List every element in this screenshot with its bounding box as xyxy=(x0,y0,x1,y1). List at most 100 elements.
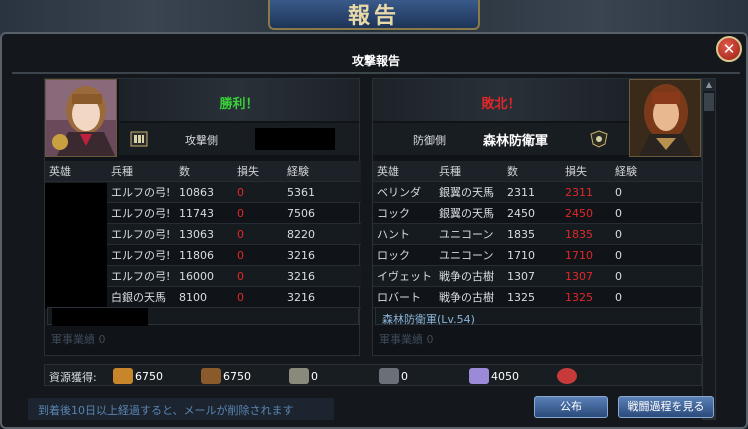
resource-label: 資源獲得: xyxy=(49,371,97,384)
row-loss: 1325 xyxy=(565,290,593,304)
row-loss: 0 xyxy=(237,206,244,220)
row-type: エルフの弓! xyxy=(111,270,171,283)
row-exp: 0 xyxy=(615,185,622,199)
resource-gem xyxy=(557,367,579,385)
attacker-result-band: 勝利！ xyxy=(119,79,359,121)
row-count: 2450 xyxy=(507,206,535,220)
resource-value: 6750 xyxy=(135,369,163,383)
close-button[interactable]: ✕ xyxy=(716,36,742,62)
header-hero: 英雄 xyxy=(49,165,71,178)
row-loss: 2450 xyxy=(565,206,593,220)
header-loss: 損失 xyxy=(237,165,259,178)
view-battle-process-button[interactable]: 戦闘過程を見る xyxy=(618,396,714,418)
row-exp: 8220 xyxy=(287,227,315,241)
resource-stone: 0 xyxy=(289,367,318,385)
title-divider xyxy=(12,72,740,74)
table-row: ハント ユニコーン 1835 1835 0 xyxy=(373,224,703,245)
report-scrollbar[interactable]: ▲ ▼ xyxy=(702,78,716,420)
attacker-heroes-redacted xyxy=(45,183,107,309)
row-count: 1325 xyxy=(507,290,535,304)
row-count: 11806 xyxy=(179,248,214,262)
banner-title: 報告 xyxy=(347,3,400,29)
defender-result-band: 敗北！ xyxy=(373,79,629,121)
row-loss: 0 xyxy=(237,269,244,283)
row-exp: 3216 xyxy=(287,290,315,304)
row-exp: 0 xyxy=(615,290,622,304)
defender-side-row: 防御側 森林防衛軍 xyxy=(373,123,629,155)
row-type: ユニコーン xyxy=(439,228,494,241)
defender-portrait xyxy=(629,79,701,157)
row-exp: 5361 xyxy=(287,185,315,199)
defender-result: 敗北！ xyxy=(481,97,521,112)
row-exp: 0 xyxy=(615,227,622,241)
header-hero: 英雄 xyxy=(377,165,399,178)
row-type: 銀翼の天馬 xyxy=(439,207,494,220)
defender-army-level: 森林防衛軍(Lv.54) xyxy=(382,313,475,326)
row-type: 戦争の古樹 xyxy=(439,270,494,283)
resource-gain-bar: 資源獲得: 6750 6750 0 0 4050 xyxy=(44,364,702,386)
attacker-panel: 勝利！ 攻撃側 英雄 兵種 数 損失 経験 エルフの弓! 10863 0 536… xyxy=(44,78,361,356)
row-loss: 0 xyxy=(237,290,244,304)
guild-flag-icon xyxy=(130,131,148,147)
iron-icon xyxy=(379,368,399,384)
defender-troop-table: 英雄 兵種 数 損失 経験 ベリンダ 銀翼の天馬 2311 2311 0 コック… xyxy=(373,161,703,308)
row-type: エルフの弓! xyxy=(111,186,171,199)
publish-button[interactable]: 公布 xyxy=(534,396,608,418)
row-hero: ロバート xyxy=(377,291,421,304)
defender-merit: 軍事業績 0 xyxy=(379,333,434,346)
row-type: エルフの弓! xyxy=(111,207,171,220)
attacker-portrait xyxy=(45,79,117,157)
row-exp: 0 xyxy=(615,269,622,283)
resource-crystal: 4050 xyxy=(469,367,519,385)
row-count: 1710 xyxy=(507,248,535,262)
defender-table-header: 英雄 兵種 数 損失 経験 xyxy=(373,161,703,182)
table-row: ベリンダ 銀翼の天馬 2311 2311 0 xyxy=(373,182,703,203)
attacker-side-row: 攻撃側 xyxy=(119,123,359,155)
army-info-box: 森林防衛軍(Lv.54) xyxy=(375,307,701,326)
defender-name: 森林防衛軍 xyxy=(483,134,549,149)
row-loss: 2311 xyxy=(565,185,593,199)
row-type: エルフの弓! xyxy=(111,249,171,262)
resource-value: 0 xyxy=(401,369,408,383)
row-count: 11743 xyxy=(179,206,214,220)
attacker-result: 勝利！ xyxy=(219,97,259,112)
table-row: コック 銀翼の天馬 2450 2450 0 xyxy=(373,203,703,224)
deletion-notice: 到着後10日以上経過すると、メールが削除されます xyxy=(28,398,334,420)
table-row: イヴェット 戦争の古樹 1307 1307 0 xyxy=(373,266,703,287)
scroll-thumb[interactable] xyxy=(704,93,714,111)
row-type: ユニコーン xyxy=(439,249,494,262)
row-hero: コック xyxy=(377,207,410,220)
stone-icon xyxy=(289,368,309,384)
row-count: 10863 xyxy=(179,185,214,199)
crystal-icon xyxy=(469,368,489,384)
scroll-up-icon[interactable]: ▲ xyxy=(703,79,715,91)
row-exp: 3216 xyxy=(287,248,315,262)
row-count: 16000 xyxy=(179,269,214,283)
row-type: 白銀の天馬 xyxy=(111,291,166,304)
header-count: 数 xyxy=(507,165,518,178)
row-exp: 7506 xyxy=(287,206,315,220)
row-exp: 0 xyxy=(615,248,622,262)
resource-value: 0 xyxy=(311,369,318,383)
resource-value: 6750 xyxy=(223,369,251,383)
row-exp: 0 xyxy=(615,206,622,220)
row-loss: 1307 xyxy=(565,269,593,283)
header-type: 兵種 xyxy=(111,165,133,178)
report-banner: 報告 xyxy=(268,0,480,30)
gem-icon xyxy=(557,368,577,384)
row-hero: ベリンダ xyxy=(377,186,421,199)
attacker-troop-table: 英雄 兵種 数 損失 経験 エルフの弓! 10863 0 5361 エルフの弓!… xyxy=(45,161,361,309)
attacker-army-redacted xyxy=(52,308,148,326)
defender-side-label: 防御側 xyxy=(413,134,446,147)
row-count: 13063 xyxy=(179,227,214,241)
resource-food: 6750 xyxy=(113,367,163,385)
attacker-name-redacted xyxy=(255,128,335,150)
resource-wood: 6750 xyxy=(201,367,251,385)
attack-report-window: 攻撃報告 ✕ 勝利！ 攻撃側 英雄 兵種 数 損失 経験 エルフの弓! 1086… xyxy=(0,32,748,429)
row-exp: 3216 xyxy=(287,269,315,283)
table-row: ロック ユニコーン 1710 1710 0 xyxy=(373,245,703,266)
row-loss: 1710 xyxy=(565,248,593,262)
row-loss: 1835 xyxy=(565,227,593,241)
row-type: エルフの弓! xyxy=(111,228,171,241)
wood-icon xyxy=(201,368,221,384)
